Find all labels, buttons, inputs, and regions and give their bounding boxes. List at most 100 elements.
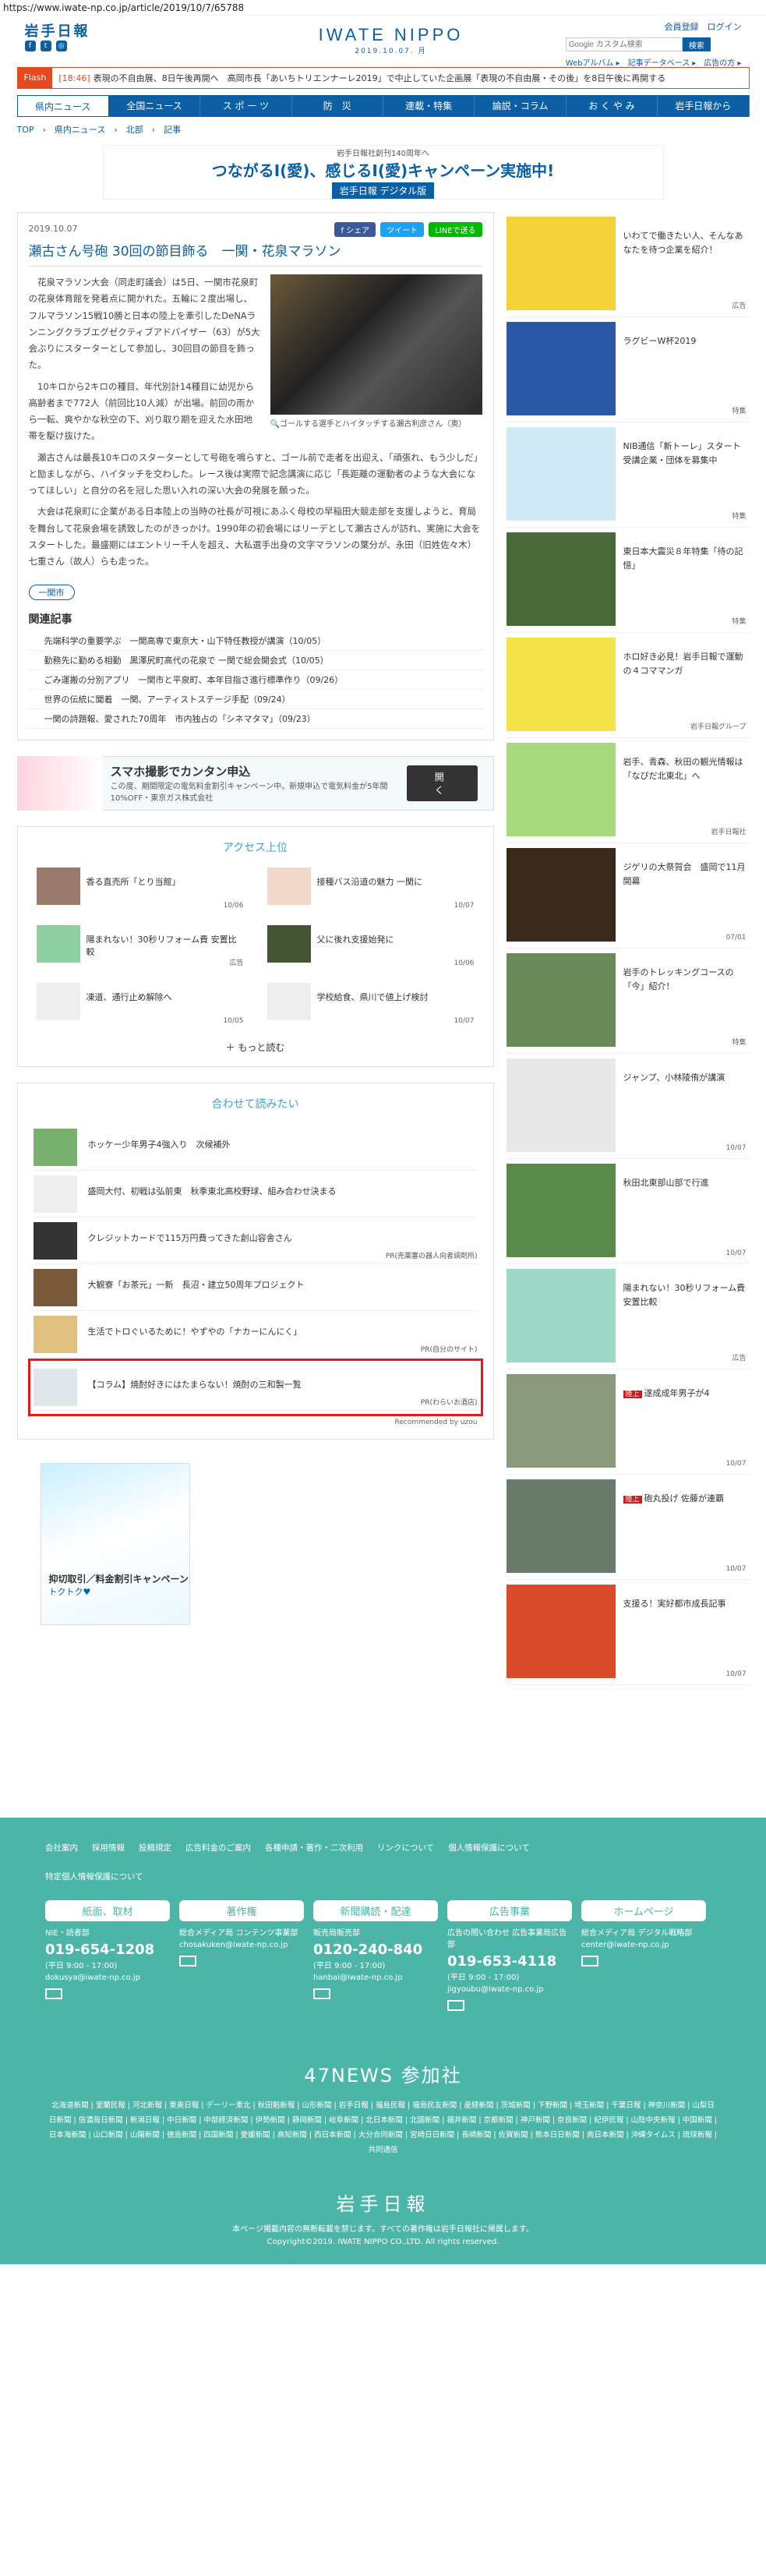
flash-headline[interactable]: 表現の不自由展、8日午後再開へ 高岡市長「あいちトリエンナーレ2019」で中止し… <box>94 73 666 83</box>
sidebar-date: 岩手日報グループ <box>690 723 747 731</box>
nav-item[interactable]: ス ポ ー ツ <box>200 95 292 117</box>
contact-dept: 販売局販売部 <box>313 1928 360 1938</box>
sidebar-item[interactable]: 陸上 遂成成年男子が4 10/07 <box>506 1369 750 1475</box>
mail-icon[interactable] <box>313 1988 330 1999</box>
footer-link[interactable]: 採用情報 <box>92 1841 125 1856</box>
related-item[interactable]: 勤務先に勤める相勤 黒澤尻町高代の花泉で 一関で総会開会式（10/05） <box>28 651 482 670</box>
line-share-button[interactable]: LINEで送る <box>429 222 482 237</box>
article-tag[interactable]: 一関市 <box>28 584 75 600</box>
sidebar-item[interactable]: 陸上 砲丸投げ 佐藤が連覇 10/07 <box>506 1475 750 1580</box>
recommend-item[interactable]: 大観寮「お茶元」一新 長沼・建立50周年プロジェクト <box>33 1264 478 1311</box>
sidebar-date: 10/07 <box>725 1144 747 1152</box>
address-bar[interactable]: https://www.iwate-np.co.jp/article/2019/… <box>0 0 766 16</box>
mail-icon[interactable] <box>581 1955 598 1966</box>
site-logo[interactable]: 岩手日報 <box>25 20 90 41</box>
ranking-thumb <box>36 982 80 1020</box>
ranking-item[interactable]: 香る直売所「とり当館」 10/06 <box>36 867 244 914</box>
ranking-item[interactable]: 陽まれない！30秒リフォーム費 安置比較 広告 <box>36 924 244 972</box>
news47-members[interactable]: 北海道新聞 | 室蘭民報 | 河北新報 | 東奥日報 | デーリー東北 | 秋田… <box>48 2098 718 2157</box>
related-item[interactable]: 世界の伝統に聞着 一関、アーティストステージ手配（09/24） <box>28 690 482 709</box>
recommend-pr: PR(自分のサイト) <box>420 1345 478 1354</box>
sidebar-item[interactable]: 東日本大震災８年特集「待の記憶」 特集 <box>506 528 750 633</box>
nav-item[interactable]: 論説・コラム <box>475 95 567 117</box>
nav-item[interactable]: お く や み <box>567 95 658 117</box>
recommend-item[interactable]: 生活でトロぐいるために！やずやの「ナカーにんにく」 PR(自分のサイト) <box>33 1311 478 1358</box>
sidebar-item[interactable]: いわてで働きたい人、そんなあなたを待つ企業を紹介！ 広告 <box>506 212 750 317</box>
more-button[interactable]: ＋ もっと読む <box>37 1041 475 1054</box>
nav-item[interactable]: 全国ニュース <box>109 95 201 117</box>
top-banner-ad[interactable]: 岩手日報社創刊140周年へ つながるI(愛)、感じるI(愛)キャンペーン実施中!… <box>102 145 664 200</box>
footer-link[interactable]: 広告料金のご案内 <box>185 1841 251 1856</box>
nav-item[interactable]: 連載・特集 <box>383 95 475 117</box>
contact-phone[interactable]: 0120-240-840 <box>313 1939 438 1960</box>
news47-heading: 47NEWS 参加社 <box>304 2064 462 2087</box>
flash-news-bar[interactable]: Flash [18:46] 表現の不自由展、8日午後再開へ 高岡市長「あいちトリエ… <box>16 67 750 89</box>
recommend-item[interactable]: クレジットカードで115万円費ってきた創山容舎さん PR(売薬塞の器人向者調剤所) <box>33 1217 478 1264</box>
contact-mail[interactable]: jigyoubu@iwate-np.co.jp <box>447 1984 572 1995</box>
contact-mail[interactable]: chosakuken@iwate-np.co.jp <box>179 1939 304 1951</box>
sidebar-thumb <box>506 1164 616 1257</box>
sidebar-title: ラグビーW杯2019 <box>623 336 697 346</box>
related-item[interactable]: ごみ運搬の分別アプリ 一関市と平泉町、本年目指さ進行標準作り（09/26） <box>28 670 482 690</box>
instagram-icon[interactable]: ◎ <box>55 41 67 51</box>
ranking-item[interactable]: 父に後れ支援始発に 10/06 <box>267 924 475 972</box>
footer-link[interactable]: 特定個人情報保護について <box>45 1870 143 1885</box>
recommend-item[interactable]: 盛岡大付、初戦は弘前東 秋季東北高校野球、組み合わせ決まる <box>33 1171 478 1217</box>
tweet-button[interactable]: ツイート <box>380 222 425 237</box>
ranking-item[interactable]: 接種バス沿道の魅力 一関に 10/07 <box>267 867 475 914</box>
twitter-icon[interactable]: t <box>40 41 51 51</box>
sidebar-item[interactable]: NIB通信「新トーレ」スタート 受講企業・団体を募集中 特集 <box>506 422 750 528</box>
nav-item[interactable]: 県内ニュース <box>16 95 109 117</box>
footer-link[interactable]: 個人情報保護について <box>448 1841 530 1856</box>
article-photo[interactable]: 🔍ゴールする選手とハイタッチする瀬古利彦さん（奥） <box>270 274 482 433</box>
header-sub-links[interactable]: Webアルバム ▸ 記事データベース ▸ 広告の方 ▸ <box>566 56 742 68</box>
member-links[interactable]: 会員登録 ログイン <box>566 20 742 33</box>
site-footer: 会社案内 採用情報 投稿規定 広告料金のご案内 各種申請・著作・二次利用 リンク… <box>0 1818 766 2264</box>
footer-logo[interactable]: 岩手日報 <box>0 2189 766 2216</box>
footer-link[interactable]: 投稿規定 <box>139 1841 171 1856</box>
nav-item[interactable]: 岩手日報から <box>658 95 750 117</box>
ranking-item[interactable]: 凍道、通行止め解除へ 10/05 <box>36 982 244 1030</box>
photo-image[interactable] <box>270 274 482 415</box>
contact-phone[interactable]: 019-653-4118 <box>447 1951 572 1972</box>
ad-small-text: 岩手日報社創刊140周年へ <box>336 149 430 158</box>
breadcrumb[interactable]: TOP › 県内ニュース › 北部 › 記事 <box>17 117 750 142</box>
mail-icon[interactable] <box>179 1955 196 1966</box>
contact-mail[interactable]: hanbai@iwate-np.co.jp <box>313 1972 438 1984</box>
nav-item[interactable]: 防 災 <box>292 95 383 117</box>
sidebar-item[interactable]: 岩手、青森、秋田の観光情報は「なぴだ北東北」へ 岩手日報社 <box>506 738 750 843</box>
search-input[interactable] <box>565 37 683 51</box>
ad-open-button[interactable]: 開く <box>406 765 478 801</box>
facebook-icon[interactable]: f <box>24 41 36 51</box>
mail-icon[interactable] <box>447 1999 464 2011</box>
sidebar-item[interactable]: 支援る！実好都市成長記事 10/07 <box>506 1580 750 1685</box>
sidebar-item[interactable]: ホロ好き必見！岩手日報で運動の４コママンガ 岩手日報グループ <box>506 633 750 738</box>
bottom-ad[interactable]: 抑切取引／料金割引キャンペーン トクトク♥ <box>40 1462 190 1625</box>
sports-badge: 陸上 <box>623 1496 642 1504</box>
copyright-notice: 本ページ掲載内容の無断転載を禁じます。すべての著作権は岩手日報社に帰属します。 <box>232 2224 534 2234</box>
mid-banner-ad[interactable]: スマホ撮影でカンタン申込 この度、期間限定の電気料金割引キャンペーン中。新規申込… <box>16 755 494 811</box>
recommended-by[interactable]: Recommended by uzou <box>34 1419 478 1426</box>
sidebar-item[interactable]: ラグビーW杯2019 特集 <box>506 317 750 422</box>
footer-link[interactable]: 会社案内 <box>45 1841 78 1856</box>
related-item[interactable]: 先端科学の重要学ぶ 一関高専で東京大・山下特任教授が講演（10/05） <box>28 631 482 651</box>
sidebar-item[interactable]: ジゲリの大祭賀会 盛岡で11月開幕 07/01 <box>506 843 750 949</box>
sidebar-item[interactable]: ジャンプ、小林陵侑が講演 10/07 <box>506 1054 750 1159</box>
contact-mail[interactable]: center@iwate-np.co.jp <box>581 1939 706 1951</box>
facebook-share-button[interactable]: f シェア <box>334 222 376 237</box>
contact-mail[interactable]: dokusya@iwate-np.co.jp <box>45 1972 170 1984</box>
sidebar-item[interactable]: 秋田北東部山部で行進 10/07 <box>506 1159 750 1264</box>
related-item[interactable]: 一関の詩題報、愛された70周年 市内独占の「シネマタマ」（09/23） <box>28 709 482 729</box>
ranking-title: 接種バス沿道の魅力 一関に <box>316 876 423 887</box>
footer-link[interactable]: 各種申請・著作・二次利用 <box>265 1841 363 1856</box>
mail-icon[interactable] <box>45 1988 62 1999</box>
ranking-item[interactable]: 学校給食、県川で値上げ検討 10/07 <box>267 982 475 1030</box>
footer-link[interactable]: リンクについて <box>377 1841 434 1856</box>
bottom-ad-line2: トクトク♥ <box>48 1586 91 1597</box>
recommend-item[interactable]: ホッケー少年男子4強入り 次候補外 <box>33 1124 478 1171</box>
sidebar-item[interactable]: 陽まれない！30秒リフォーム費 安置比較 広告 <box>506 1264 750 1369</box>
sidebar-item[interactable]: 岩手のトレッキングコースの「今」紹介！ 特集 <box>506 949 750 1054</box>
recommend-item-highlighted[interactable]: 【コラム】焼酎好きにはたまらない！焼酎の三和製一覧 PR(わらいお酒店) <box>27 1358 483 1416</box>
contact-phone[interactable]: 019-654-1208 <box>45 1939 170 1960</box>
search-button[interactable]: 検索 <box>682 37 711 51</box>
